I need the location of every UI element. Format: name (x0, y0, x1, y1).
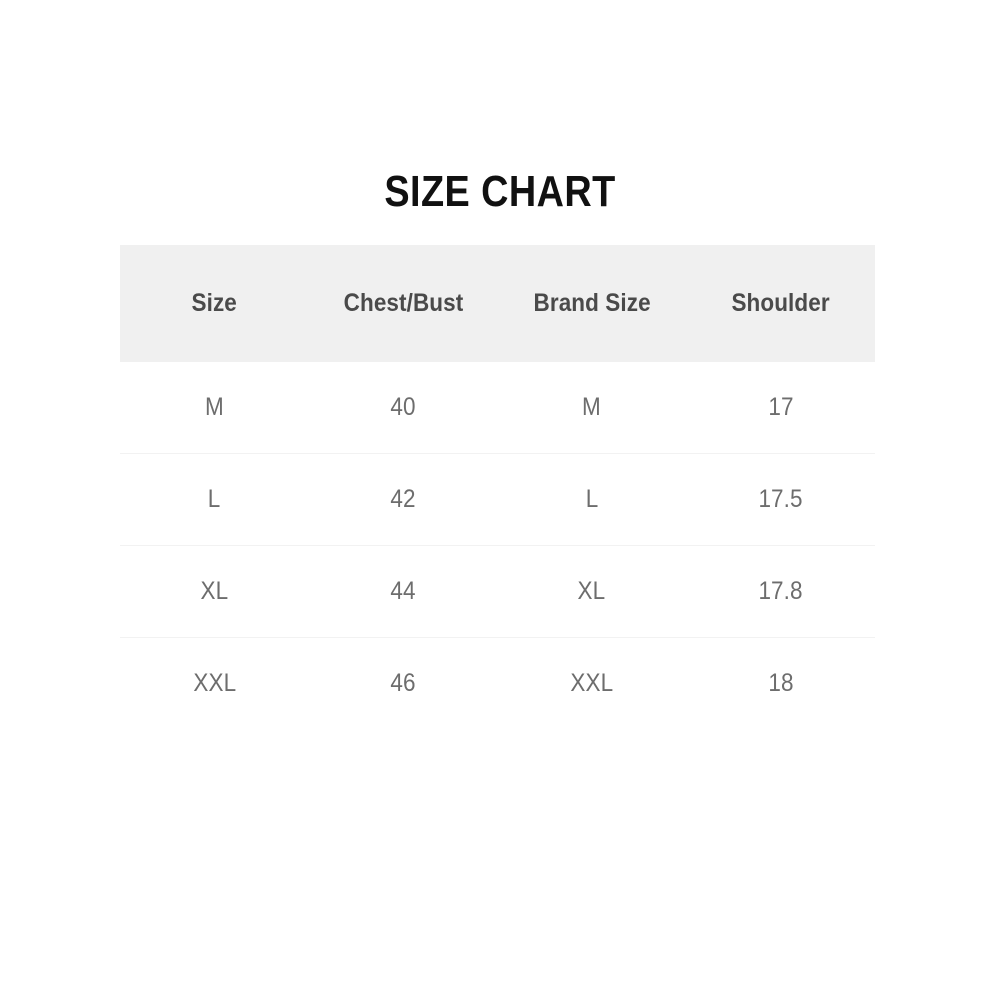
cell-value: M (582, 393, 602, 421)
table-header: Size Chest/Bust Brand Size Shoulder (120, 245, 875, 362)
cell-size: XL (120, 545, 309, 638)
cell-value: 40 (390, 393, 416, 421)
cell-value: 46 (390, 669, 416, 697)
cell-brand-size: L (497, 453, 687, 546)
cell-value: XL (200, 577, 229, 605)
table-body: M 40 M 17 L 42 L 17.5 XL 44 XL 17.8 XXL … (120, 362, 875, 729)
cell-brand-size: M (497, 362, 687, 454)
cell-value: L (585, 485, 599, 513)
column-header-brand-size-label: Brand Size (533, 289, 651, 317)
cell-chest-bust: 44 (308, 545, 498, 638)
cell-value: XXL (192, 669, 236, 697)
cell-shoulder: 18 (686, 637, 875, 729)
column-header-size-label: Size (191, 289, 238, 317)
cell-value: L (208, 485, 221, 513)
cell-chest-bust: 42 (308, 453, 498, 546)
column-header-chest-bust-label: Chest/Bust (343, 289, 463, 317)
cell-shoulder: 17.8 (686, 545, 875, 638)
table-row: L 42 L 17.5 (120, 453, 875, 546)
cell-value: 17 (768, 393, 794, 421)
cell-value: 44 (390, 577, 416, 605)
cell-chest-bust: 46 (308, 637, 498, 729)
cell-value: XXL (570, 669, 614, 697)
cell-value: 17.8 (758, 577, 803, 605)
cell-value: 42 (390, 485, 416, 513)
cell-brand-size: XXL (497, 637, 687, 729)
table-row: M 40 M 17 (120, 362, 875, 454)
column-header-brand-size: Brand Size (497, 245, 687, 362)
column-header-shoulder: Shoulder (686, 245, 875, 362)
cell-size: XXL (120, 637, 309, 729)
column-header-chest-bust: Chest/Bust (308, 245, 498, 362)
cell-shoulder: 17.5 (686, 453, 875, 546)
page-title: SIZE CHART (384, 167, 616, 216)
cell-chest-bust: 40 (308, 362, 498, 454)
size-chart-table: Size Chest/Bust Brand Size Shoulder M 40… (120, 245, 875, 729)
cell-size: L (120, 453, 309, 546)
cell-value: XL (578, 577, 606, 605)
column-header-shoulder-label: Shoulder (731, 289, 830, 317)
table-row: XL 44 XL 17.8 (120, 545, 875, 638)
size-chart-page: SIZE CHART Size Chest/Bust Brand Size Sh… (0, 0, 1000, 1000)
cell-size: M (120, 362, 309, 454)
column-header-size: Size (120, 245, 309, 362)
cell-value: M (204, 393, 224, 421)
cell-value: 17.5 (758, 485, 803, 513)
cell-shoulder: 17 (686, 362, 875, 454)
table-row: XXL 46 XXL 18 (120, 637, 875, 729)
table-header-row: Size Chest/Bust Brand Size Shoulder (120, 245, 875, 362)
cell-value: 18 (768, 669, 794, 697)
cell-brand-size: XL (497, 545, 687, 638)
